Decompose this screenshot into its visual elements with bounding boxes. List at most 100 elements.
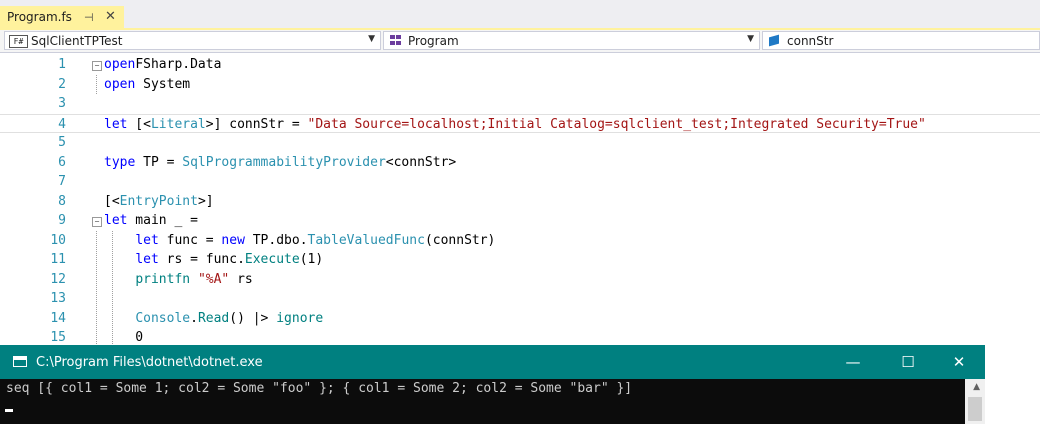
code-line[interactable]: 5	[0, 133, 1040, 153]
module-icon	[390, 35, 402, 46]
document-tab-strip: Program.fs ⊣ ✕	[0, 0, 1040, 30]
minimize-button[interactable]: —	[833, 351, 873, 373]
code-text: type TP = SqlProgrammabilityProvider<con…	[104, 153, 456, 173]
close-tab-icon[interactable]: ✕	[105, 9, 116, 24]
code-token: TP.dbo.	[244, 232, 308, 248]
project-dropdown-value: SqlClientTPTest	[31, 34, 123, 48]
collapse-toggle-icon[interactable]: −	[92, 217, 102, 227]
line-number: 10	[50, 232, 66, 248]
code-text: let func = new TP.dbo.TableValuedFunc(co…	[104, 231, 495, 251]
console-title-bar[interactable]: C:\Program Files\dotnet\dotnet.exe — ☐ ✕	[0, 345, 985, 379]
console-cursor	[5, 409, 13, 412]
console-window[interactable]: C:\Program Files\dotnet\dotnet.exe — ☐ ✕…	[0, 345, 985, 424]
member-dropdown[interactable]: connStr	[762, 31, 1040, 50]
code-text: open System	[104, 75, 190, 95]
code-token: let	[135, 232, 159, 248]
line-number: 5	[58, 135, 66, 150]
code-token: System	[135, 76, 191, 92]
code-token: "%A"	[197, 271, 230, 287]
code-token: TP =	[135, 154, 183, 170]
code-token: rs = func.	[158, 252, 245, 267]
line-number: 1	[58, 57, 66, 72]
code-text: openFSharp.Data	[104, 55, 221, 75]
line-number: 2	[58, 76, 66, 92]
tab-program-fs[interactable]: Program.fs ⊣ ✕	[0, 6, 124, 30]
line-number: 12	[50, 271, 66, 287]
code-token: SqlProgrammabilityProvider	[182, 154, 386, 170]
code-token: (1)	[299, 252, 324, 267]
module-dropdown-value: Program	[408, 34, 459, 48]
code-line[interactable]: 10 let func = new TP.dbo.TableValuedFunc…	[0, 231, 1040, 251]
collapse-toggle-icon[interactable]: −	[92, 61, 102, 71]
code-token: main _ =	[127, 213, 198, 228]
code-token: >]	[197, 193, 214, 209]
outline-guide	[96, 230, 97, 348]
indent-guide	[112, 230, 113, 348]
code-token: Read	[197, 310, 230, 326]
outline-guide	[96, 74, 97, 94]
code-token: type	[104, 154, 136, 170]
line-number: 8	[58, 193, 66, 209]
code-line[interactable]: 9 let main _ =	[0, 211, 1040, 231]
console-output-area[interactable]: seq [{ col1 = Some 1; col2 = Some "foo" …	[0, 379, 985, 424]
project-dropdown[interactable]: F# SqlClientTPTest ▼	[4, 31, 381, 50]
code-line[interactable]: 2 open System	[0, 75, 1040, 95]
fsharp-file-icon: F#	[9, 35, 28, 48]
code-token: EntryPoint	[119, 193, 198, 209]
code-token: .	[190, 310, 198, 326]
code-token: let	[135, 252, 159, 267]
pin-icon[interactable]: ⊣	[84, 11, 94, 24]
code-line[interactable]: 13	[0, 289, 1040, 309]
code-line[interactable]: 6 type TP = SqlProgrammabilityProvider<co…	[0, 153, 1040, 173]
code-text: let main _ =	[104, 211, 198, 231]
code-line[interactable]: 4 let [<Literal>] connStr = "Data Source=…	[0, 113, 1040, 133]
console-output: seq [{ col1 = Some 1; col2 = Some "foo" …	[6, 381, 633, 396]
code-line[interactable]: 11 let rs = func.Execute(1)	[0, 250, 1040, 270]
console-app-icon	[13, 356, 27, 367]
code-text: Console.Read() |> ignore	[104, 309, 323, 329]
code-line[interactable]: 3	[0, 94, 1040, 114]
code-token: open	[104, 76, 136, 92]
line-number: 4	[58, 116, 66, 132]
module-dropdown[interactable]: Program ▼	[383, 31, 760, 50]
scrollbar-thumb[interactable]	[968, 397, 982, 421]
field-icon	[769, 34, 779, 47]
code-line[interactable]: 7	[0, 172, 1040, 192]
code-text: [<EntryPoint>]	[104, 192, 214, 212]
member-dropdown-value: connStr	[787, 34, 834, 48]
code-token: >] connStr =	[205, 116, 308, 132]
tab-title: Program.fs	[7, 10, 72, 24]
navigation-bar: F# SqlClientTPTest ▼ Program ▼ connStr	[0, 30, 1040, 53]
line-number: 6	[58, 154, 66, 170]
code-line[interactable]: 8 [<EntryPoint>]	[0, 192, 1040, 212]
chevron-down-icon: ▼	[747, 34, 754, 44]
code-token: FSharp.Data	[135, 57, 222, 72]
code-token: ignore	[276, 310, 324, 326]
line-number: 3	[58, 96, 66, 111]
close-button[interactable]: ✕	[939, 351, 979, 373]
code-line[interactable]: 12 printfn "%A" rs	[0, 270, 1040, 290]
code-token: Literal	[150, 116, 206, 132]
scroll-up-icon[interactable]: ▲	[973, 382, 980, 392]
code-line[interactable]: 14 Console.Read() |> ignore	[0, 309, 1040, 329]
maximize-button[interactable]: ☐	[888, 351, 928, 373]
code-token: let	[104, 213, 128, 228]
code-token: TableValuedFunc	[307, 232, 425, 248]
code-text: printfn "%A" rs	[104, 270, 253, 290]
code-token: let	[104, 116, 128, 132]
code-line[interactable]: 1 openFSharp.Data	[0, 55, 1040, 75]
code-token: rs	[229, 271, 253, 287]
code-editor[interactable]: 1 openFSharp.Data 2 open System 3 4 let [<Lite…	[0, 53, 1040, 348]
code-token: open	[104, 57, 136, 72]
code-token: "Data Source=localhost;Initial Catalog=s…	[307, 116, 926, 132]
code-token: Execute	[244, 252, 300, 267]
console-title: C:\Program Files\dotnet\dotnet.exe	[36, 355, 263, 370]
code-token: [<	[104, 193, 120, 209]
line-number: 11	[50, 252, 66, 267]
line-number: 9	[58, 213, 66, 228]
code-token: [<	[127, 116, 151, 132]
code-token: () |>	[229, 310, 277, 326]
